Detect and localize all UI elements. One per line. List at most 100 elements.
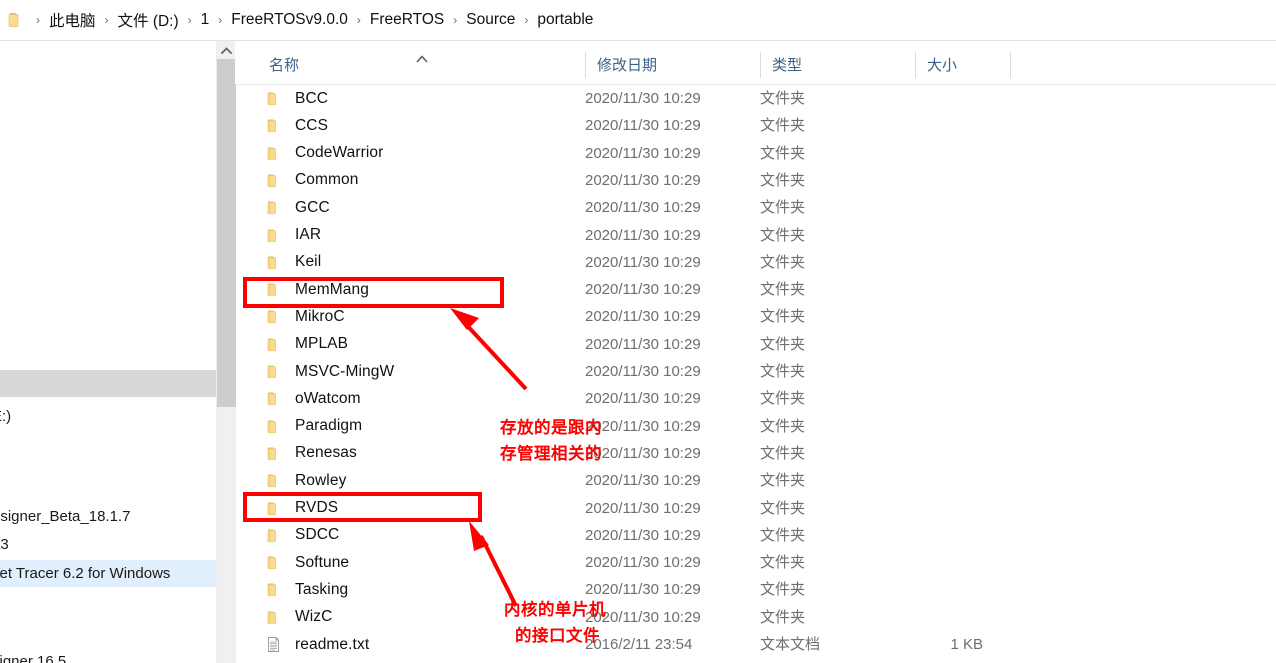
folder-icon	[265, 472, 282, 489]
breadcrumb-item-this-pc[interactable]: 此电脑	[47, 9, 98, 31]
folder-icon	[265, 117, 282, 134]
folder-icon	[265, 281, 282, 298]
file-date-cell: 2020/11/30 10:29	[585, 472, 701, 490]
breadcrumb-item-freertosv900[interactable]: FreeRTOSv9.0.0	[229, 11, 350, 29]
background-list-item-label: ket Tracer 6.2 for Windows	[0, 565, 171, 582]
folder-icon	[265, 445, 282, 462]
file-date-cell: 2020/11/30 10:29	[585, 499, 701, 517]
file-type-cell: 文件夹	[760, 117, 806, 135]
file-size-cell	[915, 467, 983, 494]
file-row[interactable]: Rowley 2020/11/30 10:29 文件夹	[235, 467, 1276, 494]
file-row[interactable]: WizC 2020/11/30 10:29 文件夹	[235, 604, 1276, 631]
background-list-item[interactable]	[0, 370, 216, 397]
file-date-cell: 2020/11/30 10:29	[585, 90, 701, 107]
folder-icon	[265, 363, 282, 380]
file-name-label: MPLAB	[295, 335, 349, 353]
file-row[interactable]: Paradigm 2020/11/30 10:29 文件夹	[235, 413, 1276, 440]
file-size-cell	[915, 303, 983, 330]
file-name-cell[interactable]: SDCC	[235, 522, 339, 549]
file-type-cell: 文件夹	[760, 499, 806, 517]
file-row[interactable]: oWatcom 2020/11/30 10:29 文件夹	[235, 385, 1276, 412]
column-header-row: 名称 修改日期 类型 大小	[235, 42, 1276, 85]
file-name-cell[interactable]: BCC	[235, 85, 328, 112]
file-name-cell[interactable]: CCS	[235, 112, 328, 139]
address-bar[interactable]: › 此电脑 › 文件 (D:) › 1 › FreeRTOSv9.0.0 › F…	[0, 0, 1276, 41]
file-row[interactable]: MSVC-MingW 2020/11/30 10:29 文件夹	[235, 358, 1276, 385]
file-row[interactable]: CCS 2020/11/30 10:29 文件夹	[235, 112, 1276, 139]
file-row[interactable]: MikroC 2020/11/30 10:29 文件夹	[235, 303, 1276, 330]
file-name-cell[interactable]: Renesas	[235, 440, 357, 467]
column-header-size[interactable]: 大小	[915, 42, 1010, 85]
file-type-cell: 文件夹	[760, 90, 806, 107]
file-name-label: BCC	[295, 89, 329, 107]
file-date-cell: 2020/11/30 10:29	[585, 144, 701, 162]
file-name-cell[interactable]: CodeWarrior	[235, 140, 383, 167]
file-name-cell[interactable]: RVDS	[235, 495, 338, 522]
file-name-label: GCC	[295, 198, 330, 216]
background-list-item[interactable]: e	[0, 592, 216, 619]
file-name-cell[interactable]: oWatcom	[235, 385, 361, 412]
column-header-type[interactable]: 类型	[760, 42, 915, 85]
file-date-cell: 2020/11/30 10:29	[585, 390, 701, 408]
file-name-cell[interactable]: Common	[235, 167, 358, 194]
file-size-cell	[915, 331, 983, 358]
file-row[interactable]: Tasking 2020/11/30 10:29 文件夹	[235, 576, 1276, 603]
file-name-cell[interactable]: readme.txt	[235, 631, 369, 658]
file-name-cell[interactable]: GCC	[235, 194, 330, 221]
file-row[interactable]: Softune 2020/11/30 10:29 文件夹	[235, 549, 1276, 576]
file-name-label: SDCC	[295, 526, 340, 544]
column-divider[interactable]	[1010, 52, 1011, 78]
file-row[interactable]: Common 2020/11/30 10:29 文件夹	[235, 167, 1276, 194]
folder-icon	[265, 308, 282, 325]
column-header-date-label: 修改日期	[597, 57, 658, 74]
folder-icon	[265, 390, 282, 407]
vertical-scrollbar[interactable]	[216, 41, 236, 663]
file-row[interactable]: CodeWarrior 2020/11/30 10:29 文件夹	[235, 140, 1276, 167]
folder-icon	[8, 12, 23, 28]
background-list-item[interactable]: a3	[0, 531, 216, 558]
file-name-label: Rowley	[295, 471, 347, 489]
file-name-cell[interactable]: MPLAB	[235, 331, 348, 358]
background-list-item[interactable]: esigner_Beta_18.1.7	[0, 503, 216, 530]
background-list-item[interactable]: signer 16.5	[0, 648, 216, 663]
file-name-cell[interactable]: WizC	[235, 604, 332, 631]
file-row[interactable]: SDCC 2020/11/30 10:29 文件夹	[235, 522, 1276, 549]
file-name-cell[interactable]: MemMang	[235, 276, 369, 303]
file-row[interactable]: MemMang 2020/11/30 10:29 文件夹	[235, 276, 1276, 303]
file-name-cell[interactable]: Softune	[235, 549, 349, 576]
file-row[interactable]: BCC 2020/11/30 10:29 文件夹	[235, 85, 1276, 112]
file-row[interactable]: RVDS 2020/11/30 10:29 文件夹	[235, 495, 1276, 522]
file-row[interactable]: GCC 2020/11/30 10:29 文件夹	[235, 194, 1276, 221]
file-name-cell[interactable]: Tasking	[235, 576, 348, 603]
breadcrumb-item-1[interactable]: 1	[199, 11, 212, 29]
file-name-cell[interactable]: Paradigm	[235, 413, 362, 440]
background-explorer-window[interactable]: E:) esigner_Beta_18.1.7 a3 ket Tracer 6.…	[0, 0, 216, 663]
file-date-cell: 2020/11/30 10:29	[585, 363, 701, 380]
file-name-cell[interactable]: Rowley	[235, 467, 346, 494]
background-list-item-label: esigner_Beta_18.1.7	[0, 508, 131, 525]
file-type-cell: 文件夹	[760, 472, 806, 490]
file-row[interactable]: Keil 2020/11/30 10:29 文件夹	[235, 249, 1276, 276]
file-row[interactable]: MPLAB 2020/11/30 10:29 文件夹	[235, 331, 1276, 358]
file-row[interactable]: IAR 2020/11/30 10:29 文件夹	[235, 222, 1276, 249]
background-list-item[interactable]: E:)	[0, 403, 216, 430]
scrollbar-thumb[interactable]	[217, 59, 236, 407]
file-row[interactable]: readme.txt 2016/2/11 23:54 文本文档 1 KB	[235, 631, 1276, 658]
text-file-icon	[265, 636, 282, 653]
file-type-cell: 文件夹	[760, 199, 806, 217]
file-name-label: IAR	[295, 226, 322, 243]
breadcrumb-separator: ›	[524, 13, 529, 27]
file-name-cell[interactable]: Keil	[235, 249, 321, 276]
breadcrumb-item-portable[interactable]: portable	[535, 11, 595, 29]
background-list-item-selected[interactable]: ket Tracer 6.2 for Windows	[0, 560, 216, 587]
scroll-up-button[interactable]	[217, 41, 236, 59]
breadcrumb-item-drive-d[interactable]: 文件 (D:)	[116, 9, 181, 31]
file-name-cell[interactable]: IAR	[235, 222, 321, 249]
file-name-cell[interactable]: MSVC-MingW	[235, 358, 394, 385]
breadcrumb-item-source[interactable]: Source	[464, 11, 517, 29]
file-name-cell[interactable]: MikroC	[235, 303, 345, 330]
breadcrumb-item-freertos[interactable]: FreeRTOS	[368, 11, 446, 29]
file-list[interactable]: BCC 2020/11/30 10:29 文件夹 CCS 2020/11/30 10:2…	[235, 85, 1276, 663]
column-header-date-modified[interactable]: 修改日期	[585, 42, 760, 85]
file-row[interactable]: Renesas 2020/11/30 10:29 文件夹	[235, 440, 1276, 467]
